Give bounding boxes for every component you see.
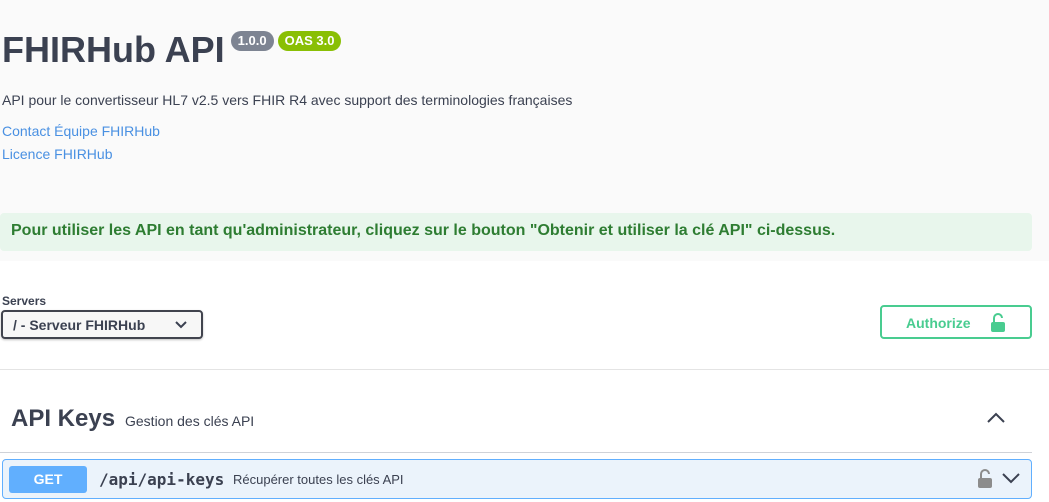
method-badge: GET [9, 466, 87, 493]
version-badge: 1.0.0 [230, 31, 274, 51]
info-section: FHIRHub API 1.0.0 OAS 3.0 API pour le co… [0, 0, 1049, 261]
authorize-button[interactable]: Authorize [880, 305, 1032, 339]
chevron-up-icon[interactable] [986, 411, 1006, 425]
unlock-icon[interactable] [977, 469, 993, 489]
operation-path: /api/api-keys [99, 470, 225, 489]
admin-notice: Pour utiliser les API en tant qu'adminis… [0, 213, 1032, 251]
operation-get-api-keys[interactable]: GET /api/api-keys Récupérer toutes les c… [2, 459, 1032, 499]
tag-title[interactable]: API Keys [11, 405, 115, 433]
oas-badge: OAS 3.0 [277, 31, 342, 51]
server-select[interactable]: / - Serveur FHIRHub [1, 310, 203, 339]
api-title: FHIRHub API [2, 29, 225, 70]
license-link[interactable]: Licence FHIRHub [2, 146, 113, 162]
server-select-value: / - Serveur FHIRHub [13, 317, 146, 333]
servers-label: Servers [2, 294, 47, 308]
unlock-icon [991, 313, 1005, 332]
admin-notice-text: Pour utiliser les API en tant qu'adminis… [11, 222, 836, 239]
authorize-label: Authorize [906, 315, 971, 331]
contact-link[interactable]: Contact Équipe FHIRHub [2, 123, 160, 139]
api-description: API pour le convertisseur HL7 v2.5 vers … [2, 92, 573, 108]
chevron-down-icon [175, 321, 187, 329]
section-divider [0, 369, 1049, 370]
operation-summary: Récupérer toutes les clés API [233, 472, 404, 487]
tag-description: Gestion des clés API [125, 413, 255, 429]
chevron-down-icon[interactable] [1001, 471, 1021, 485]
title-row: FHIRHub API 1.0.0 OAS 3.0 [2, 24, 342, 76]
tag-underline [0, 452, 1032, 453]
